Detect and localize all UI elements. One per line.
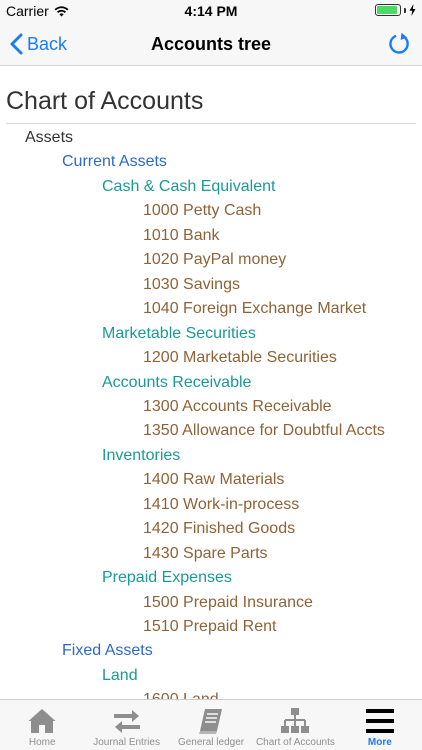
tree-node-level-3[interactable]: 1510 Prepaid Rent [143,618,276,642]
tree-node-level-3[interactable]: 1420 Finished Goods [143,520,295,544]
tab-journal-entries[interactable]: Journal Entries [84,700,168,750]
tree-node-level-3[interactable]: 1030 Savings [143,276,240,300]
tab-home[interactable]: Home [0,700,84,750]
refresh-icon[interactable] [386,31,412,57]
tree-node-level-2[interactable]: Marketable Securities [102,325,256,349]
ledger-book-icon [199,709,223,734]
status-time: 4:14 PM [184,3,238,19]
tree-node-level-3[interactable]: 1410 Work-in-process [143,496,299,520]
home-icon [28,709,56,733]
back-label: Back [27,33,68,54]
battery-nub [404,7,406,13]
tree-node-level-3[interactable]: 1350 Allowance for Doubtful Accts [143,422,385,446]
tree-node-level-0[interactable]: Assets [25,129,73,153]
tree-node-level-2[interactable]: Prepaid Expenses [102,569,232,593]
menu-icon [365,709,394,733]
charging-bolt-icon [409,4,416,16]
navigation-bar: Back Accounts tree [0,22,422,66]
tab-chart-of-accounts[interactable]: Chart of Accounts [253,700,337,750]
tree-node-level-2[interactable]: Cash & Cash Equivalent [102,178,275,202]
tree-node-level-3[interactable]: 1020 PayPal money [143,251,286,275]
journal-entries-icon [113,710,140,733]
tree-node-level-3[interactable]: 1040 Foreign Exchange Market [143,300,366,324]
tab-label: Home [28,737,56,748]
tree-node-level-1[interactable]: Fixed Assets [62,642,153,666]
battery-icon [375,4,401,16]
tab-label: More [367,737,392,748]
tree-node-level-2[interactable]: Land [102,667,138,691]
chevron-left-icon [10,33,23,55]
tree-node-level-2[interactable]: Inventories [102,447,180,471]
tab-general-ledger[interactable]: General ledger [169,700,253,750]
page-title: Chart of Accounts [6,87,204,115]
back-button[interactable]: Back [10,22,67,66]
tree-node-level-3[interactable]: 1000 Petty Cash [143,202,261,226]
tab-label: General ledger [177,737,245,748]
status-bar: Carrier 4:14 PM [0,0,422,22]
tree-node-level-3[interactable]: 1200 Marketable Securities [143,349,337,373]
accounts-tree-view[interactable]: Chart of Accounts Assets Current Assets Ca… [0,67,422,699]
tree-node-level-1[interactable]: Current Assets [62,153,167,177]
title-divider [6,123,416,124]
tree-node-level-2[interactable]: Accounts Receivable [102,374,251,398]
tree-node-level-3[interactable]: 1430 Spare Parts [143,545,268,569]
tree-node-level-3[interactable]: 1010 Bank [143,227,220,251]
tree-node-level-3[interactable]: 1400 Raw Materials [143,471,284,495]
tree-node-level-3[interactable]: 1600 Land [143,691,219,699]
tab-bar: Home Journal Entries General ledger Char… [0,699,422,750]
hierarchy-icon [281,708,310,733]
tab-label: Chart of Accounts [255,737,335,748]
battery-level [377,6,397,14]
tab-more[interactable]: More [338,700,422,750]
tree-node-level-3[interactable]: 1300 Accounts Receivable [143,398,332,422]
tab-label: Journal Entries [93,737,160,748]
tree-node-level-3[interactable]: 1500 Prepaid Insurance [143,594,313,618]
status-right [375,4,416,16]
